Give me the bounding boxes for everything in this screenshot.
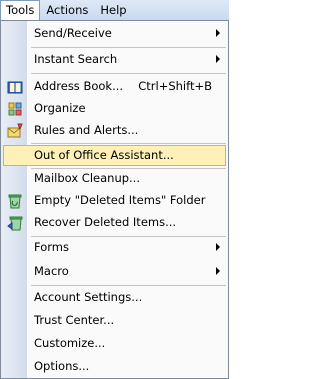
menu-item-recover-deleted-items[interactable]: Recover Deleted Items... [3,212,226,233]
menu-separator [31,285,226,286]
tools-dropdown-menu: Send/Receive Instant Search Address Book… [0,20,229,379]
menu-item-account-settings[interactable]: Account Settings... [3,287,226,308]
menu-item-trust-center[interactable]: Trust Center... [3,310,226,331]
shortcut-text: Ctrl+Shift+B [138,79,212,93]
submenu-arrow-icon [216,55,220,63]
menu-item-label: Forms [34,240,69,254]
menu-help-label: Help [100,3,127,17]
menu-item-label: Instant Search [34,52,118,66]
menu-item-address-book[interactable]: Address Book... Ctrl+Shift+B [3,76,226,97]
menu-item-instant-search[interactable]: Instant Search [3,49,226,70]
menu-item-options[interactable]: Options... [3,356,226,377]
menu-help[interactable]: Help [94,0,132,20]
menu-item-forms[interactable]: Forms [3,237,226,258]
menu-item-label: Send/Receive [34,26,112,40]
menu-item-label: Mailbox Cleanup... [34,171,140,185]
submenu-arrow-icon [216,243,220,251]
menu-separator [31,73,226,74]
menu-item-empty-deleted-items[interactable]: Empty "Deleted Items" Folder [3,190,226,211]
menu-item-label: Customize... [34,336,106,350]
menu-item-label: Macro [34,264,69,278]
menu-tools[interactable]: Tools [0,0,41,21]
submenu-arrow-icon [216,267,220,275]
menu-item-macro[interactable]: Macro [3,261,226,282]
menu-item-organize[interactable]: Organize [3,98,226,119]
menu-tools-label: Tools [6,2,35,17]
menu-item-label: Rules and Alerts... [34,123,139,137]
rules-alerts-icon [7,123,23,138]
address-book-icon [7,81,23,94]
menu-bar: Tools Actions Help [0,0,229,21]
menu-item-customize[interactable]: Customize... [3,333,226,354]
menu-item-label: Options... [34,359,90,373]
menu-item-label: Trust Center... [34,313,115,327]
menu-item-label: Recover Deleted Items... [34,215,177,229]
menu-item-label: Address Book... [34,79,124,93]
menu-actions-label: Actions [46,3,89,17]
menu-item-out-of-office-assistant[interactable]: Out of Office Assistant... [3,145,226,166]
menu-item-label: Account Settings... [34,290,143,304]
menu-item-label: Out of Office Assistant... [34,148,174,162]
menu-actions[interactable]: Actions [40,0,94,20]
recover-icon [7,216,23,231]
recycle-bin-icon [8,194,22,209]
menu-item-mailbox-cleanup[interactable]: Mailbox Cleanup... [3,168,226,189]
menu-separator [31,143,226,144]
menu-item-send-receive[interactable]: Send/Receive [3,23,226,44]
menu-item-label: Organize [34,101,86,115]
submenu-arrow-icon [216,29,220,37]
menu-item-rules-and-alerts[interactable]: Rules and Alerts... [3,120,226,141]
menu-item-label: Empty "Deleted Items" Folder [34,193,206,207]
organize-icon [8,102,22,116]
menu-separator [31,47,226,48]
